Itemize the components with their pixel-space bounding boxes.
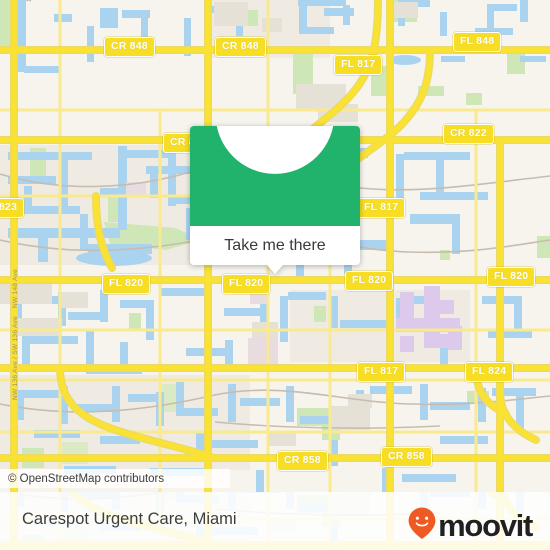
map-attribution: © OpenStreetMap contributors [0, 469, 230, 488]
road-shield: CR 848 [104, 37, 155, 57]
road-shield: FL 848 [453, 32, 502, 52]
street-name-label: NW 148 Ave [12, 268, 19, 308]
road-shield: FL 820 [222, 274, 271, 294]
map-canvas[interactable]: CR 848 CR 848 FL 848 FL 817 CR 822 CR 8 FL 817… [0, 0, 550, 492]
moovit-wordmark: moovit [438, 508, 533, 543]
road-shield: CR 822 [443, 124, 494, 144]
road-shield: FL 817 [334, 55, 383, 75]
road-shield: 823 [0, 198, 25, 218]
road-shield: CR 858 [381, 447, 432, 467]
moovit-pin-icon [407, 506, 437, 545]
road-shield: FL 820 [487, 267, 536, 287]
road-shield: FL 817 [357, 362, 406, 382]
road-shield: FL 824 [465, 362, 514, 382]
road-shield: FL 820 [102, 274, 151, 294]
popup-header [190, 126, 360, 226]
street-name-label: 115 [26, 0, 33, 2]
road-shield: CR 858 [277, 451, 328, 471]
road-shield: FL 817 [357, 198, 406, 218]
road-shield: CR 848 [215, 37, 266, 57]
road-shield: FL 820 [345, 271, 394, 291]
popup-pointer [266, 264, 284, 274]
footer-bar: Carespot Urgent Care, Miami moovit [0, 492, 550, 550]
street-name-label: NW 136 Ave / SW 136 Ave [12, 316, 19, 400]
moovit-logo[interactable]: moovit [407, 506, 533, 545]
popup-body: Take me there [190, 126, 360, 265]
page-title: Carespot Urgent Care, Miami [22, 510, 237, 528]
map-screen: CR 848 CR 848 FL 848 FL 817 CR 822 CR 8 FL 817… [0, 0, 550, 550]
location-popup[interactable]: Take me there [190, 126, 360, 274]
